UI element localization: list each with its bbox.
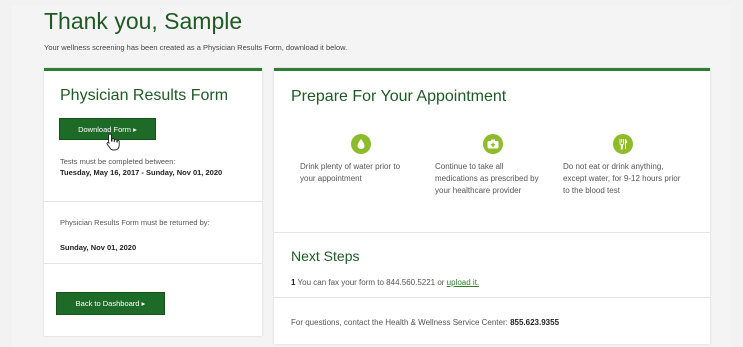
water-drop-icon: [351, 134, 371, 154]
no-food-icon: [613, 134, 633, 154]
prepare-title: Prepare For Your Appointment: [291, 88, 507, 105]
step-fax-line: 1 You can fax your form to 844.560.5221 …: [291, 278, 479, 287]
right-divider-2: [274, 297, 710, 298]
step-number: 1: [291, 278, 296, 287]
return-date: Sunday, Nov 01, 2020: [60, 243, 137, 252]
return-label: Physician Results Form must be returned …: [60, 218, 210, 227]
page-title: Thank you, Sample: [44, 8, 243, 34]
back-to-dashboard-button[interactable]: Back to Dashboard ▸: [56, 292, 165, 315]
medication-icon: [483, 134, 503, 154]
right-divider-1: [274, 232, 710, 233]
contact-line: For questions, contact the Health & Well…: [291, 318, 559, 327]
page-subtitle: Your wellness screening has been created…: [44, 43, 348, 52]
tip-water-text: Drink plenty of water prior to your appo…: [300, 162, 401, 183]
hand-cursor-icon: [106, 133, 120, 151]
upload-link[interactable]: upload it.: [447, 278, 479, 287]
next-steps-title: Next Steps: [291, 248, 360, 264]
contact-phone: 855.623.9355: [510, 318, 560, 327]
contact-text: For questions, contact the Health & Well…: [291, 318, 511, 327]
physician-results-card: Physician Results Form Download Form ▸ T…: [44, 68, 262, 336]
step-text: You can fax your form to 844.560.5221 or: [297, 278, 447, 287]
tests-label: Tests must be completed between:: [60, 157, 176, 166]
left-divider-2: [44, 263, 262, 264]
tests-dates: Tuesday, May 16, 2017 - Sunday, Nov 01, …: [60, 168, 223, 177]
left-divider-1: [44, 201, 262, 202]
tip-fasting-text: Do not eat or drink anything, except wat…: [563, 162, 681, 195]
tip-medication-text: Continue to take all medications as pres…: [435, 162, 539, 195]
physician-results-title: Physician Results Form: [60, 87, 229, 104]
prepare-appointment-card: Prepare For Your Appointment Drink plent…: [274, 68, 710, 344]
